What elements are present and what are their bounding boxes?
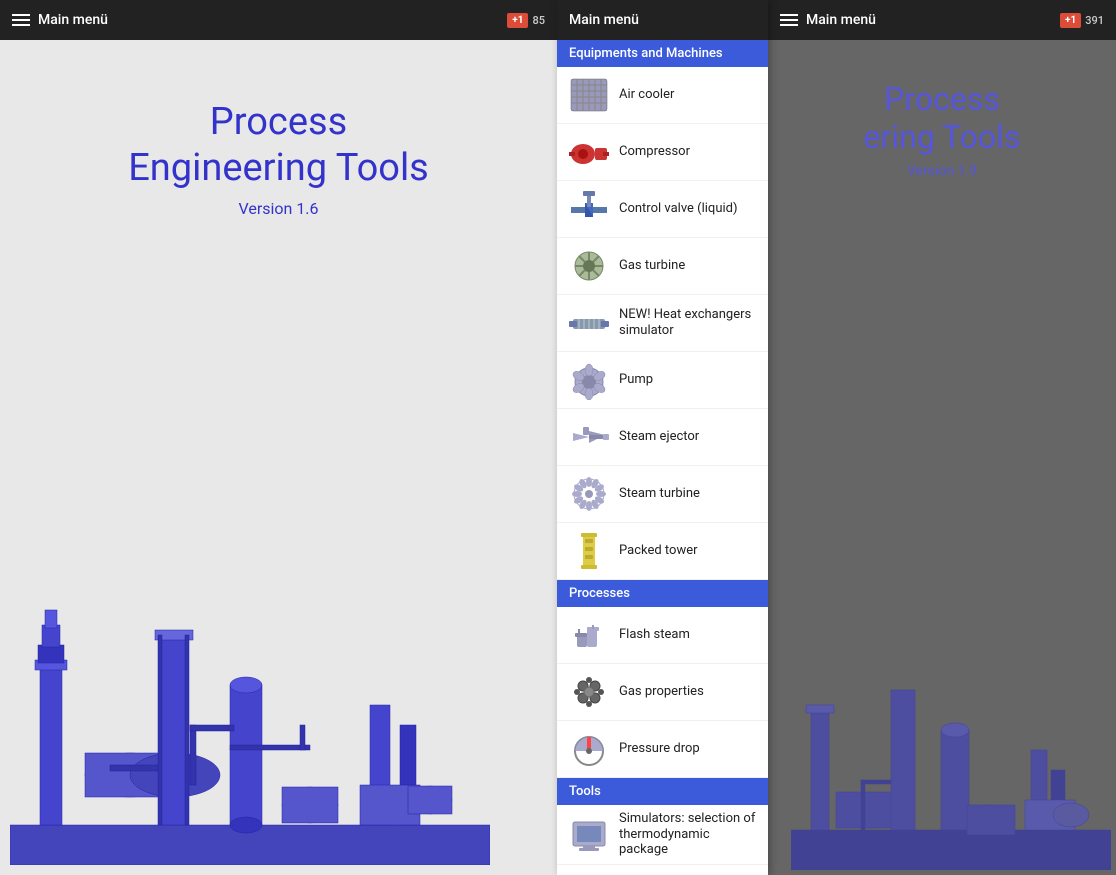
plant-illustration-left: [10, 545, 490, 865]
right-content: Process ering Tools Version 1.9: [768, 40, 1116, 199]
gas-turbine-icon: [567, 244, 611, 288]
pump-icon: [567, 358, 611, 402]
left-panel: Main menü +1 85 Process Engineering Tool…: [0, 0, 557, 875]
steam-ejector-icon: [567, 415, 611, 459]
left-app-version: Version 1.6: [238, 199, 318, 218]
section-equipments: Equipments and Machines: [557, 40, 768, 67]
control-valve-icon: [567, 187, 611, 231]
compressor-label: Compressor: [619, 144, 690, 160]
steam-turbine-label: Steam turbine: [619, 486, 700, 502]
heat-exchanger-label: NEW! Heat exchangers simulator: [619, 307, 758, 338]
menu-item-steam-ejector[interactable]: Steam ejector: [557, 409, 768, 466]
hamburger-icon[interactable]: [12, 14, 30, 26]
left-topbar-title: Main menü: [12, 12, 108, 28]
menu-item-simulators[interactable]: Simulators: selection of thermodynamic p…: [557, 805, 768, 865]
left-topbar: Main menü +1 85: [0, 0, 557, 40]
right-app-name: Main menü: [806, 12, 876, 28]
simulators-icon: [567, 812, 611, 856]
gplus-count-left: 85: [532, 14, 545, 27]
simulators-label: Simulators: selection of thermodynamic p…: [619, 811, 758, 858]
heat-exchanger-icon: [567, 301, 611, 345]
gas-properties-icon: [567, 670, 611, 714]
menu-item-steam-turbine[interactable]: Steam turbine: [557, 466, 768, 523]
right-panel: Main menü +1 391 Process ering Tools Ver…: [768, 0, 1116, 875]
right-app-title: Process ering Tools: [864, 80, 1021, 157]
flash-steam-label: Flash steam: [619, 627, 690, 643]
menu-item-control-valve[interactable]: Control valve (liquid): [557, 181, 768, 238]
packed-tower-label: Packed tower: [619, 543, 698, 559]
drawer-title: Main menü: [569, 12, 639, 28]
air-cooler-label: Air cooler: [619, 87, 674, 103]
menu-item-flash-steam[interactable]: Flash steam: [557, 607, 768, 664]
menu-item-packed-tower[interactable]: Packed tower: [557, 523, 768, 580]
gplus-btn-right: +1: [1060, 13, 1081, 28]
gplus-badge-right[interactable]: +1 391: [1060, 13, 1104, 28]
gas-turbine-label: Gas turbine: [619, 258, 685, 274]
units-icon: [567, 871, 611, 875]
left-content: Process Engineering Tools Version 1.6: [0, 40, 557, 258]
gas-properties-label: Gas properties: [619, 684, 704, 700]
gplus-badge-left[interactable]: +1 85: [507, 13, 545, 28]
steam-ejector-label: Steam ejector: [619, 429, 699, 445]
menu-drawer: Main menü Equipments and Machines Air co…: [557, 0, 768, 875]
left-app-name: Main menü: [38, 12, 108, 28]
section-processes: Processes: [557, 580, 768, 607]
right-topbar: Main menü +1 391: [768, 0, 1116, 40]
steam-turbine-icon: [567, 472, 611, 516]
right-hamburger-icon[interactable]: [780, 14, 798, 26]
left-app-title: Process Engineering Tools: [128, 100, 429, 191]
control-valve-label: Control valve (liquid): [619, 201, 738, 217]
pressure-drop-icon: [567, 727, 611, 771]
pressure-drop-label: Pressure drop: [619, 741, 700, 757]
right-app-version: Version 1.9: [907, 163, 977, 179]
compressor-icon: [567, 130, 611, 174]
menu-item-compressor[interactable]: Compressor: [557, 124, 768, 181]
packed-tower-icon: [567, 529, 611, 573]
menu-item-gas-turbine[interactable]: Gas turbine: [557, 238, 768, 295]
menu-item-gas-properties[interactable]: Gas properties: [557, 664, 768, 721]
menu-item-pump[interactable]: Pump: [557, 352, 768, 409]
flash-steam-icon: [567, 613, 611, 657]
menu-item-heat-exchanger[interactable]: NEW! Heat exchangers simulator: [557, 295, 768, 352]
gplus-count-right: 391: [1085, 14, 1104, 27]
menu-item-air-cooler[interactable]: Air cooler: [557, 67, 768, 124]
drawer-topbar: Main menü: [557, 0, 768, 40]
menu-item-pressure-drop[interactable]: Pressure drop: [557, 721, 768, 778]
air-cooler-icon: [567, 73, 611, 117]
section-tools: Tools: [557, 778, 768, 805]
pump-label: Pump: [619, 372, 653, 388]
plant-illustration-right: [791, 630, 1111, 870]
gplus-btn-left: +1: [507, 13, 528, 28]
menu-item-units[interactable]: Units: [557, 865, 768, 875]
